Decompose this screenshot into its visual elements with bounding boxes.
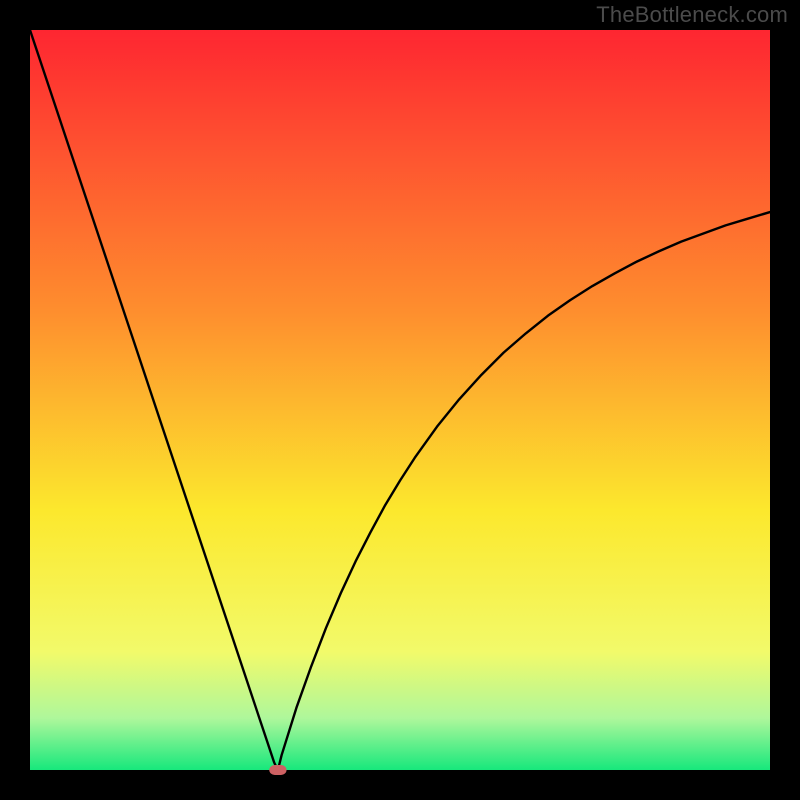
plot-gradient [30, 30, 770, 770]
optimal-marker [270, 766, 286, 775]
chart-container: { "watermark": "TheBottleneck.com", "col… [0, 0, 800, 800]
bottleneck-chart [0, 0, 800, 800]
watermark-text: TheBottleneck.com [596, 2, 788, 28]
